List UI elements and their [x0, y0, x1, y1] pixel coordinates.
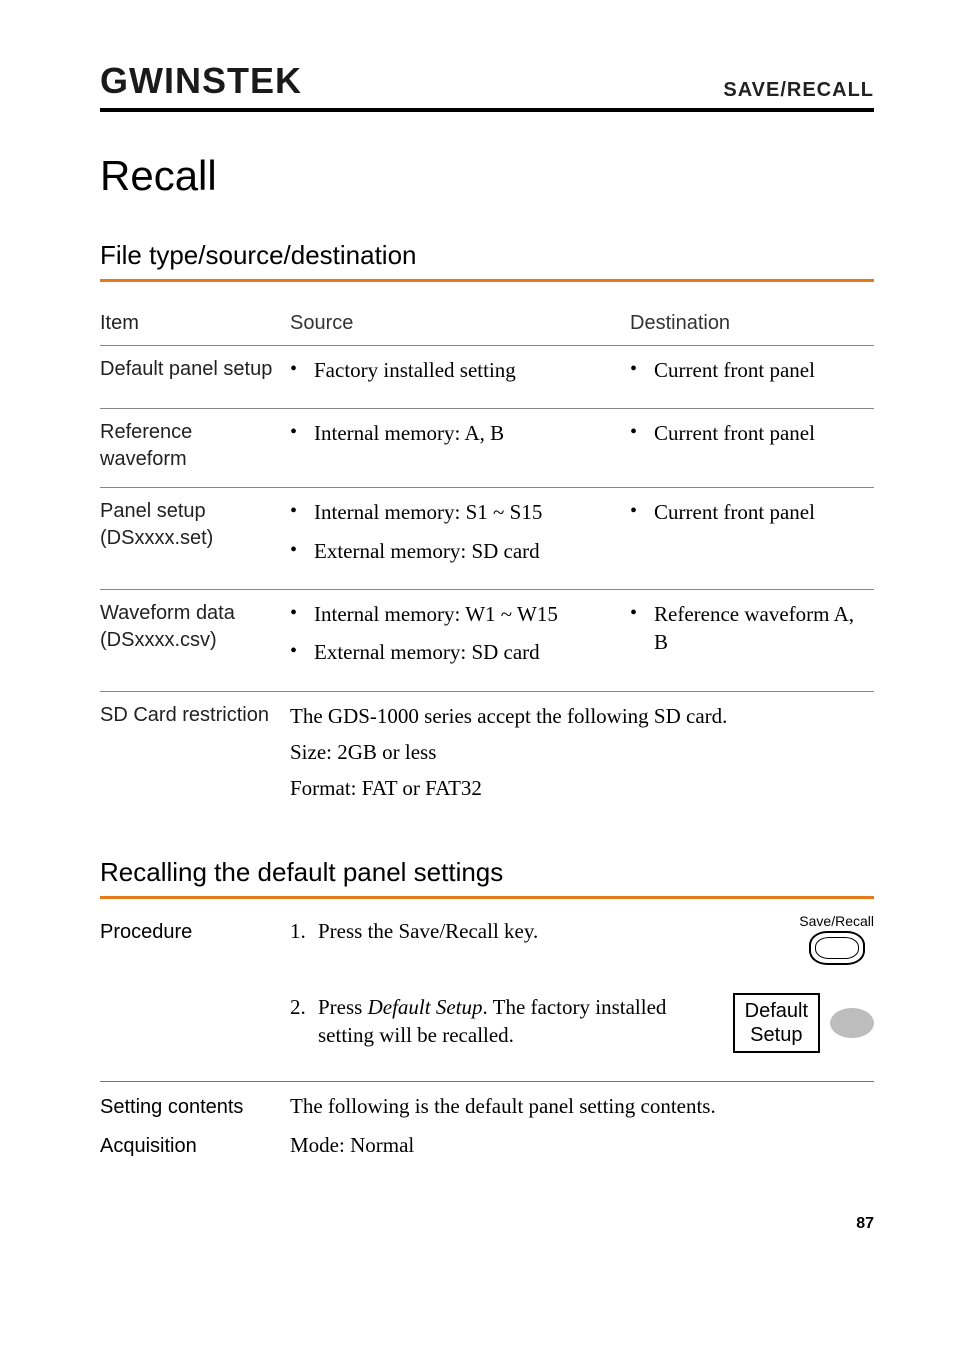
- table-row: Default panel setup Factory installed se…: [100, 346, 874, 408]
- col-destination-header: Destination: [630, 300, 874, 345]
- row-dest-item: Current front panel: [630, 498, 868, 526]
- row-item: Waveform data (DSxxxx.csv): [100, 590, 290, 691]
- row-source-item: External memory: SD card: [290, 638, 624, 666]
- table-row: Panel setup (DSxxxx.set) Internal memory…: [100, 488, 874, 589]
- row-dest-item: Current front panel: [630, 356, 868, 384]
- section-file-type-heading: File type/source/destination: [100, 240, 874, 271]
- oval-button-icon: [809, 931, 865, 965]
- brand-logo: GWINSTEK: [100, 60, 302, 102]
- acquisition-label: Acquisition: [100, 1131, 290, 1160]
- breadcrumb: SAVE/RECALL: [723, 79, 874, 102]
- table-header-row: Item Source Destination: [100, 300, 874, 345]
- save-recall-key-icon: Save/Recall: [799, 913, 874, 965]
- softkey-box: Default Setup: [733, 993, 820, 1053]
- key-caption: Save/Recall: [799, 913, 874, 929]
- row-source-item: External memory: SD card: [290, 537, 624, 565]
- row-source-item: Internal memory: A, B: [290, 419, 624, 447]
- sd-card-row: SD Card restriction The GDS-1000 series …: [100, 692, 874, 817]
- section-recall-heading: Recalling the default panel settings: [100, 857, 874, 888]
- header-divider: [100, 108, 874, 112]
- acquisition-text: Mode: Normal: [290, 1131, 874, 1160]
- step-text: Press the Save/Recall key.: [318, 919, 538, 943]
- row-source-item: Factory installed setting: [290, 356, 624, 384]
- col-source-header: Source: [290, 300, 630, 345]
- sd-card-text: The GDS-1000 series accept the following…: [290, 692, 874, 817]
- step-number: 2.: [290, 993, 306, 1021]
- page-number: 87: [100, 1215, 874, 1233]
- row-item: Default panel setup: [100, 346, 290, 408]
- brand-logo-text: GWINSTEK: [100, 60, 302, 102]
- table-row: Waveform data (DSxxxx.csv) Internal memo…: [100, 590, 874, 691]
- sd-card-label: SD Card restriction: [100, 692, 290, 817]
- section-divider: [100, 279, 874, 282]
- table-row: Reference waveform Internal memory: A, B…: [100, 409, 874, 487]
- section-divider: [100, 896, 874, 899]
- setting-contents-text: The following is the default panel setti…: [290, 1092, 874, 1121]
- default-setup-softkey-icon: Default Setup: [733, 993, 874, 1053]
- procedure-step: 2. Press Default Setup. The factory inst…: [290, 993, 874, 1053]
- col-item-header: Item: [100, 300, 290, 345]
- step-number: 1.: [290, 917, 306, 945]
- step-text: Press Default Setup. The factory install…: [318, 995, 666, 1047]
- softkey-button-icon: [830, 1008, 874, 1038]
- procedure-step: 1. Press the Save/Recall key. Save/Recal…: [290, 917, 874, 965]
- row-dest-item: Current front panel: [630, 419, 868, 447]
- row-source-item: Internal memory: W1 ~ W15: [290, 600, 624, 628]
- row-dest-item: Reference waveform A, B: [630, 600, 868, 657]
- row-item: Reference waveform: [100, 409, 290, 487]
- row-item: Panel setup (DSxxxx.set): [100, 488, 290, 589]
- procedure-label: Procedure: [100, 917, 290, 1081]
- setting-contents-label: Setting contents: [100, 1092, 290, 1121]
- file-type-table: Item Source Destination Default panel se…: [100, 300, 874, 817]
- page-title: Recall: [100, 152, 874, 200]
- row-source-item: Internal memory: S1 ~ S15: [290, 498, 624, 526]
